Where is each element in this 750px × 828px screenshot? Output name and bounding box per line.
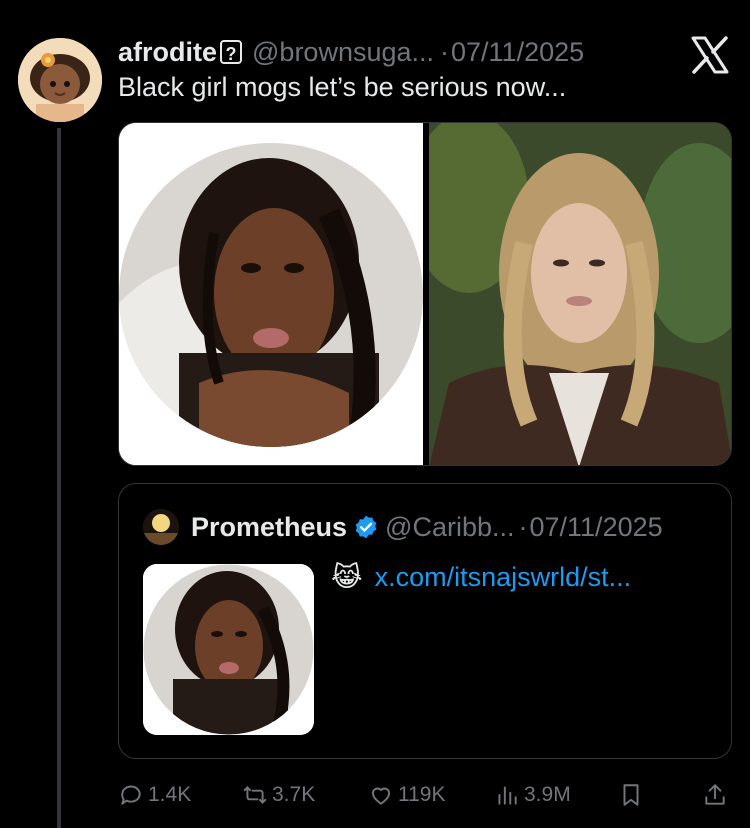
repost-icon	[243, 786, 267, 804]
avatar[interactable]	[18, 38, 102, 122]
quoted-text: 😹 x.com/itsnajswrld/st...	[331, 562, 631, 593]
views-button[interactable]: 3.9M	[494, 777, 571, 813]
quoted-avatar[interactable]	[143, 509, 179, 545]
avatar-illustration	[18, 38, 102, 122]
like-button[interactable]: 119K	[368, 777, 446, 813]
bookmark-icon	[623, 784, 639, 806]
repost-button[interactable]: 3.7K	[242, 777, 315, 813]
share-button[interactable]	[702, 777, 732, 813]
reply-icon	[121, 785, 141, 805]
bookmark-button[interactable]	[618, 777, 648, 813]
quoted-separator: ·	[518, 511, 528, 542]
tweet-text: Black girl mogs let’s be serious now...	[118, 72, 567, 102]
action-bar: 1.4K 3.7K 119K 3.9M	[118, 777, 732, 813]
thread-line	[57, 128, 61, 828]
display-name[interactable]: afrodite	[118, 37, 217, 68]
quoted-link[interactable]: x.com/itsnajswrld/st...	[375, 562, 632, 593]
media-image-right[interactable]	[429, 123, 731, 465]
tweet-media[interactable]	[118, 122, 732, 466]
laughing-cat-emoji: 😹	[331, 562, 363, 592]
quoted-timestamp[interactable]: 07/11/2025	[530, 512, 663, 543]
share-icon	[705, 784, 725, 805]
reply-button[interactable]: 1.4K	[118, 777, 191, 813]
media-image-left[interactable]	[119, 123, 423, 465]
reply-count: 1.4K	[148, 783, 192, 806]
like-icon	[371, 787, 391, 805]
quoted-tweet[interactable]: Prometheus @Caribb... · 07/11/2025 😹 x.c…	[118, 483, 732, 759]
quoted-display-name[interactable]: Prometheus	[191, 512, 347, 543]
separator: ·	[440, 36, 450, 67]
quoted-handle[interactable]: @Caribb...	[385, 512, 514, 543]
repost-count: 3.7K	[272, 783, 316, 806]
name-emoji-placeholder: ?	[220, 40, 243, 64]
tweet-header: afrodite ? @brownsuga... · 07/11/2025	[118, 34, 584, 70]
quoted-header: Prometheus @Caribb... · 07/11/2025	[191, 509, 663, 545]
views-count: 3.9M	[524, 783, 571, 806]
verified-badge-icon	[353, 514, 379, 540]
x-logo-icon	[690, 36, 730, 74]
quoted-media[interactable]	[143, 564, 314, 735]
handle[interactable]: @brownsuga...	[252, 37, 434, 68]
like-count: 119K	[398, 783, 446, 806]
views-icon	[498, 786, 517, 805]
timestamp[interactable]: 07/11/2025	[451, 37, 584, 68]
